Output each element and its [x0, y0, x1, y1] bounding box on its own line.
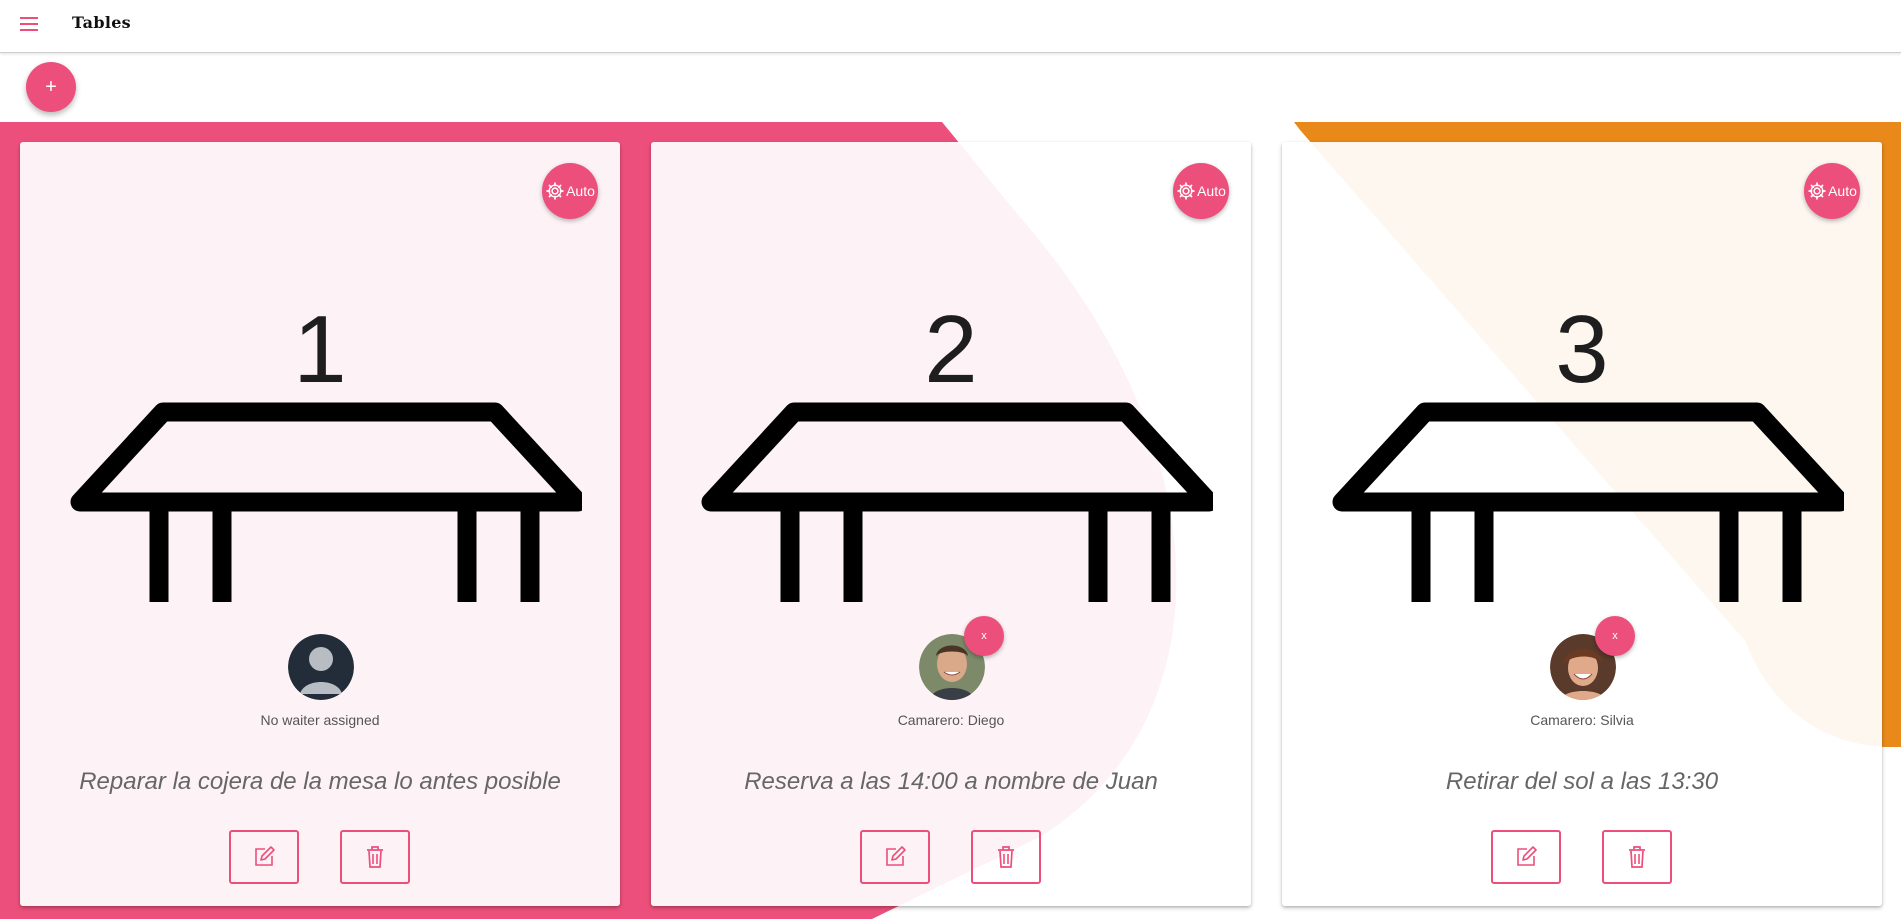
edit-button[interactable] — [860, 830, 930, 884]
delete-button[interactable] — [1602, 830, 1672, 884]
waiter-label: Camarero: Silvia — [1530, 712, 1634, 728]
avatar — [288, 634, 354, 700]
edit-icon — [1517, 846, 1537, 866]
edit-button[interactable] — [1491, 830, 1561, 884]
waiter-avatar-container — [288, 634, 354, 700]
trash-icon — [998, 846, 1014, 868]
menu-icon[interactable] — [17, 15, 41, 35]
waiter-label: No waiter assigned — [260, 712, 380, 728]
table-icon — [70, 402, 582, 602]
app-title: Tables — [72, 13, 131, 32]
edit-icon — [255, 846, 275, 866]
edit-icon — [886, 846, 906, 866]
delete-button[interactable] — [340, 830, 410, 884]
table-icon — [701, 402, 1213, 602]
table-icon — [1332, 402, 1844, 602]
waiter-label: Camarero: Diego — [897, 712, 1005, 728]
table-card-2: 2 Auto x Camarero: Diego Reserva a las 1… — [651, 142, 1251, 906]
table-card-1: 1 Auto No waiter assigned Reparar la coj… — [20, 142, 620, 906]
auto-label: Auto — [1828, 183, 1857, 199]
table-note: Reparar la cojera de la mesa lo antes po… — [79, 768, 561, 795]
gear-icon — [1808, 182, 1826, 200]
auto-label: Auto — [1197, 183, 1226, 199]
top-app-bar: Tables — [0, 0, 1901, 53]
waiter-avatar-container: x — [919, 616, 1004, 700]
table-note: Reserva a las 14:00 a nombre de Juan — [744, 768, 1158, 795]
table-card-3: 3 Auto x Camarero: Silvia Retirar del so… — [1282, 142, 1882, 906]
waiter-avatar-container: x — [1550, 616, 1635, 700]
trash-icon — [1629, 846, 1645, 868]
table-note: Retirar del sol a las 13:30 — [1445, 768, 1719, 795]
gear-icon — [546, 182, 564, 200]
gear-icon — [1177, 182, 1195, 200]
add-table-button[interactable]: + — [26, 62, 76, 112]
auto-assign-button[interactable]: Auto — [542, 163, 598, 219]
remove-waiter-button[interactable]: x — [1595, 616, 1635, 656]
auto-label: Auto — [566, 183, 595, 199]
edit-button[interactable] — [229, 830, 299, 884]
remove-waiter-button[interactable]: x — [964, 616, 1004, 656]
delete-button[interactable] — [971, 830, 1041, 884]
auto-assign-button[interactable]: Auto — [1173, 163, 1229, 219]
auto-assign-button[interactable]: Auto — [1804, 163, 1860, 219]
trash-icon — [367, 846, 383, 868]
